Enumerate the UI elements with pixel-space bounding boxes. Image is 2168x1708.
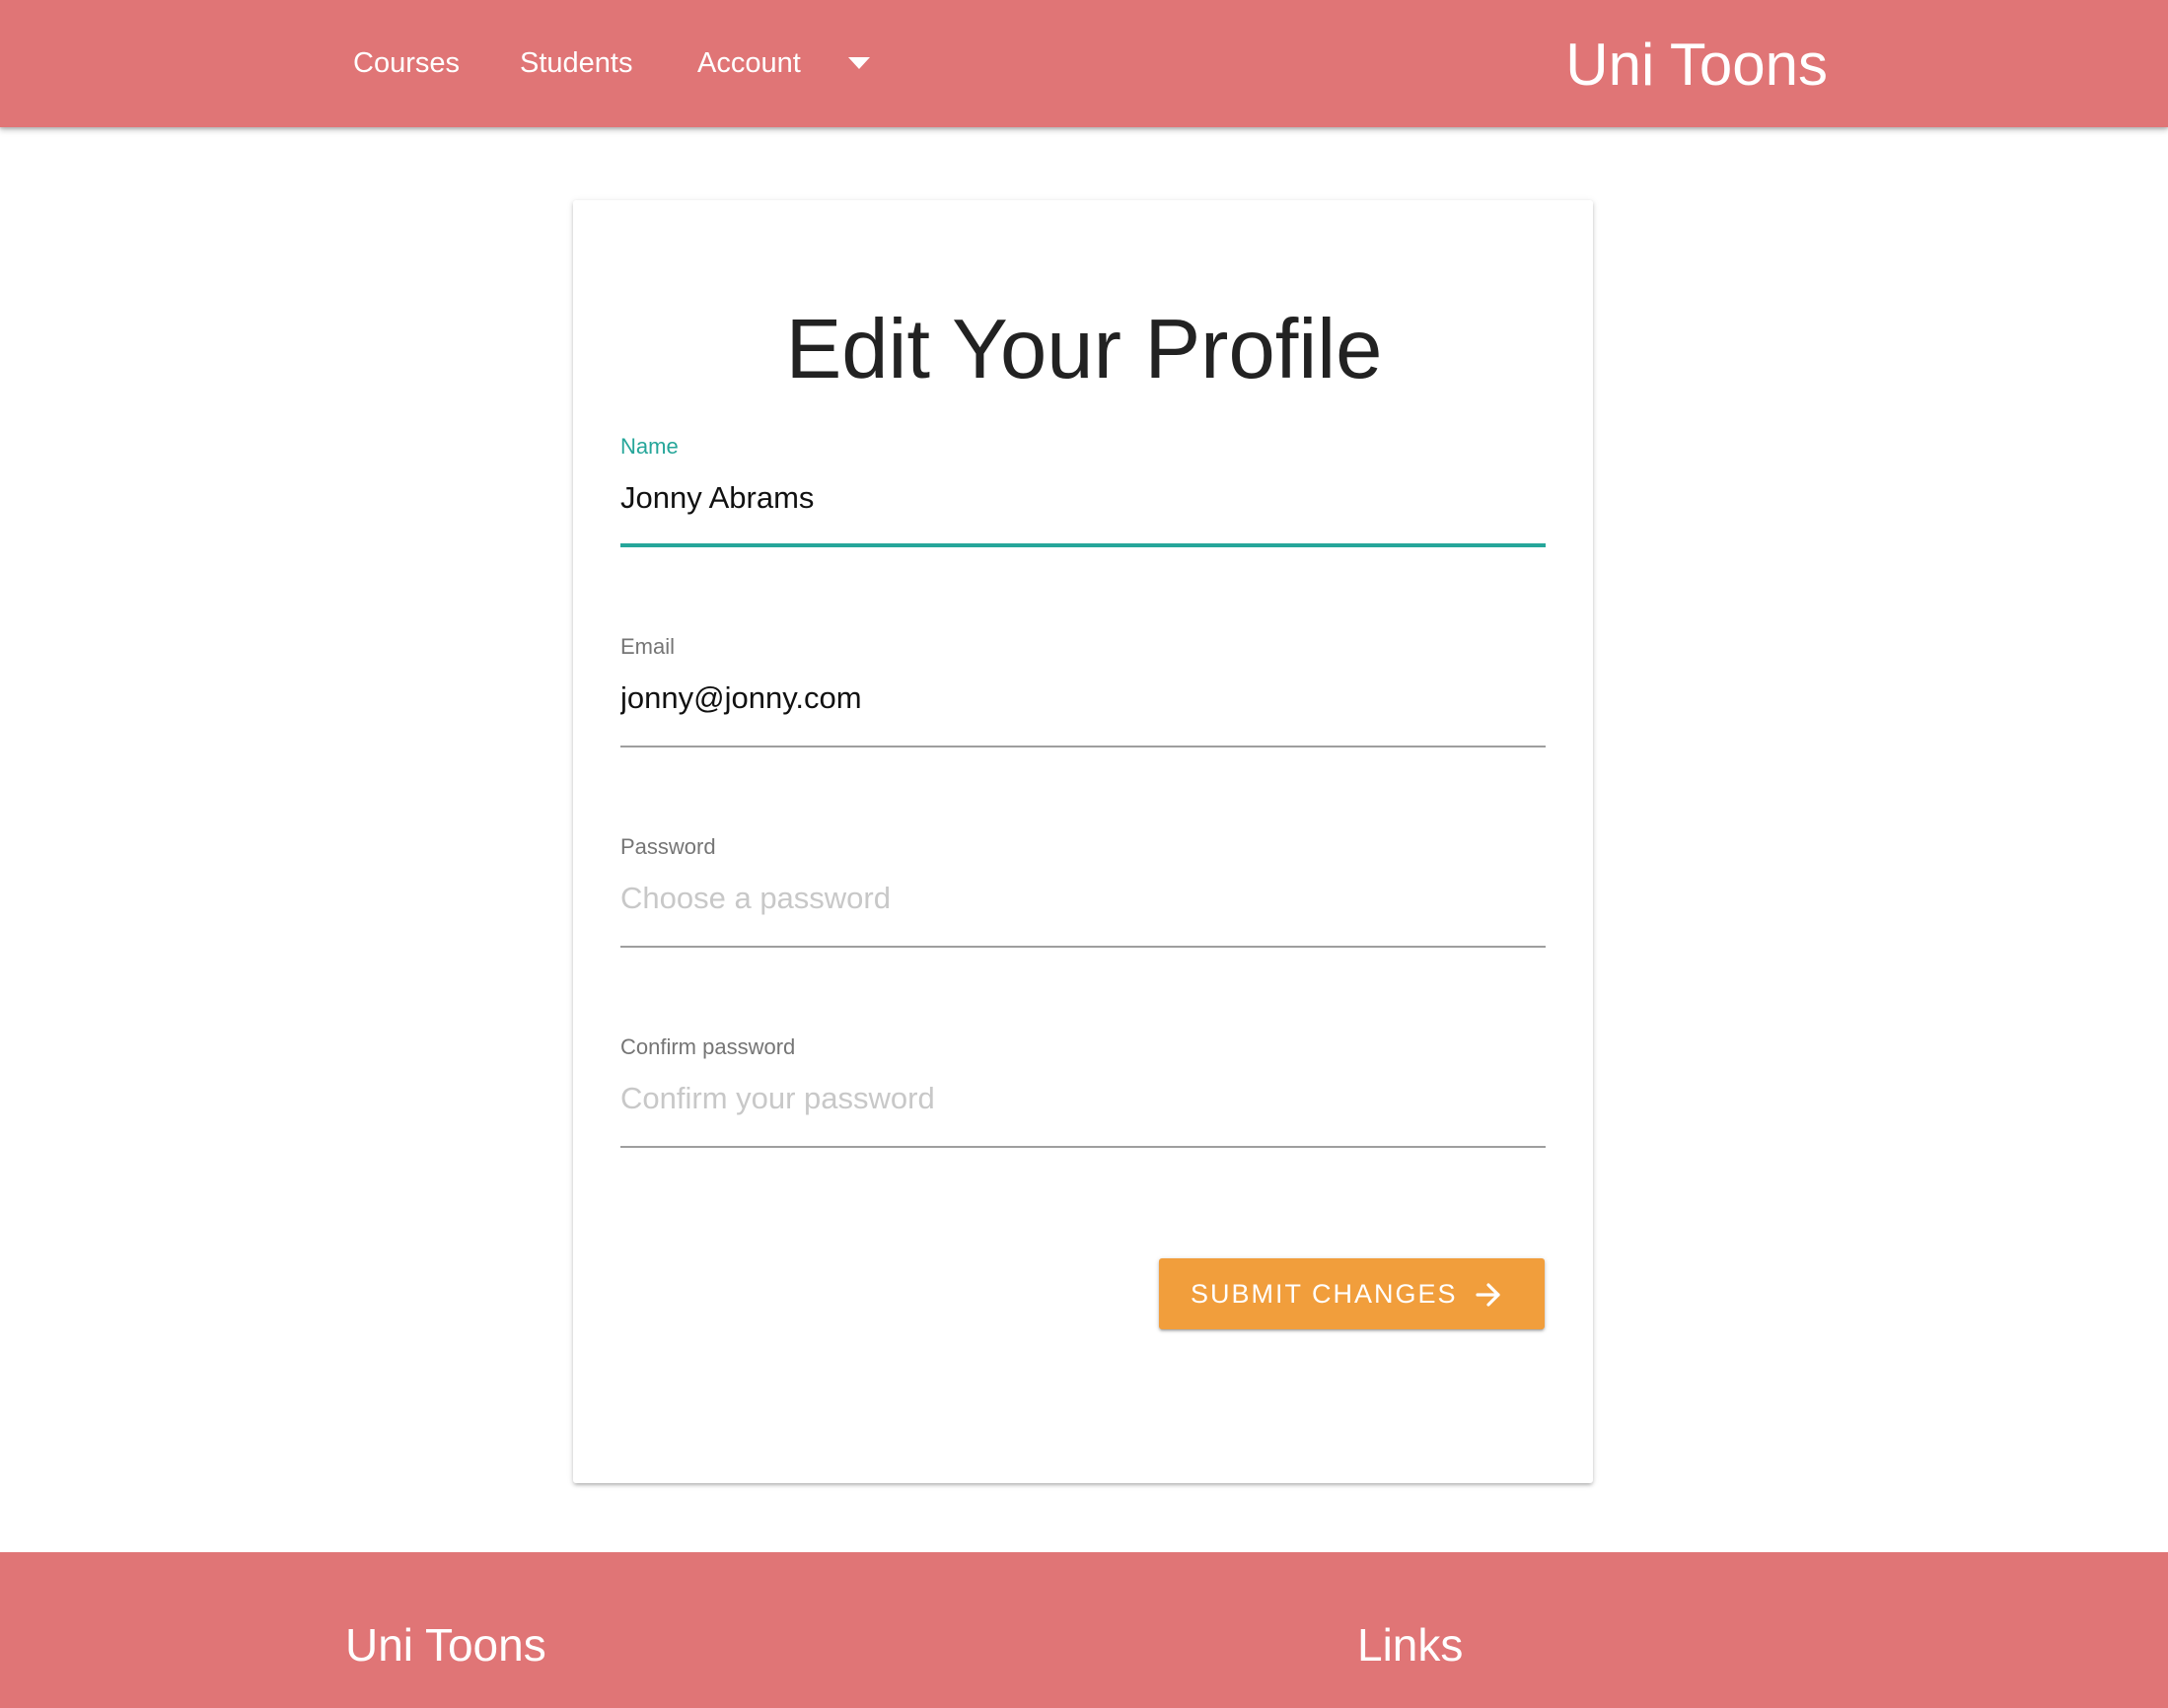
name-label: Name	[620, 434, 679, 459]
confirm-password-field: Confirm password	[620, 1034, 1546, 1163]
email-field: Email	[620, 634, 1546, 762]
footer-brand: Uni Toons	[345, 1619, 546, 1671]
submit-changes-button[interactable]: SUBMIT CHANGES	[1159, 1258, 1545, 1329]
arrow-right-icon	[1476, 1282, 1501, 1308]
email-underline	[620, 746, 1546, 747]
name-underline	[620, 543, 1546, 547]
confirm-password-label: Confirm password	[620, 1034, 796, 1059]
brand-logo[interactable]: Uni Toons	[1565, 0, 1828, 127]
caret-down-icon[interactable]	[846, 55, 872, 71]
page-title: Edit Your Profile	[785, 303, 1383, 396]
nav-students-link[interactable]: Students	[520, 0, 632, 127]
confirm-password-underline	[620, 1146, 1546, 1148]
page-footer	[0, 1552, 2168, 1708]
name-input[interactable]	[620, 473, 1546, 523]
nav-courses-link[interactable]: Courses	[353, 0, 460, 127]
password-underline	[620, 946, 1546, 948]
nav-account-link[interactable]: Account	[697, 0, 801, 127]
name-field: Name	[620, 434, 1546, 562]
confirm-password-input[interactable]	[620, 1074, 1546, 1123]
footer-links-heading: Links	[1357, 1619, 1464, 1671]
submit-changes-label: SUBMIT CHANGES	[1191, 1279, 1458, 1309]
password-input[interactable]	[620, 874, 1546, 923]
password-field: Password	[620, 834, 1546, 962]
top-navbar: Courses Students Account Uni Toons	[0, 0, 2168, 127]
email-input[interactable]	[620, 674, 1546, 723]
password-label: Password	[620, 834, 716, 859]
email-label: Email	[620, 634, 676, 659]
